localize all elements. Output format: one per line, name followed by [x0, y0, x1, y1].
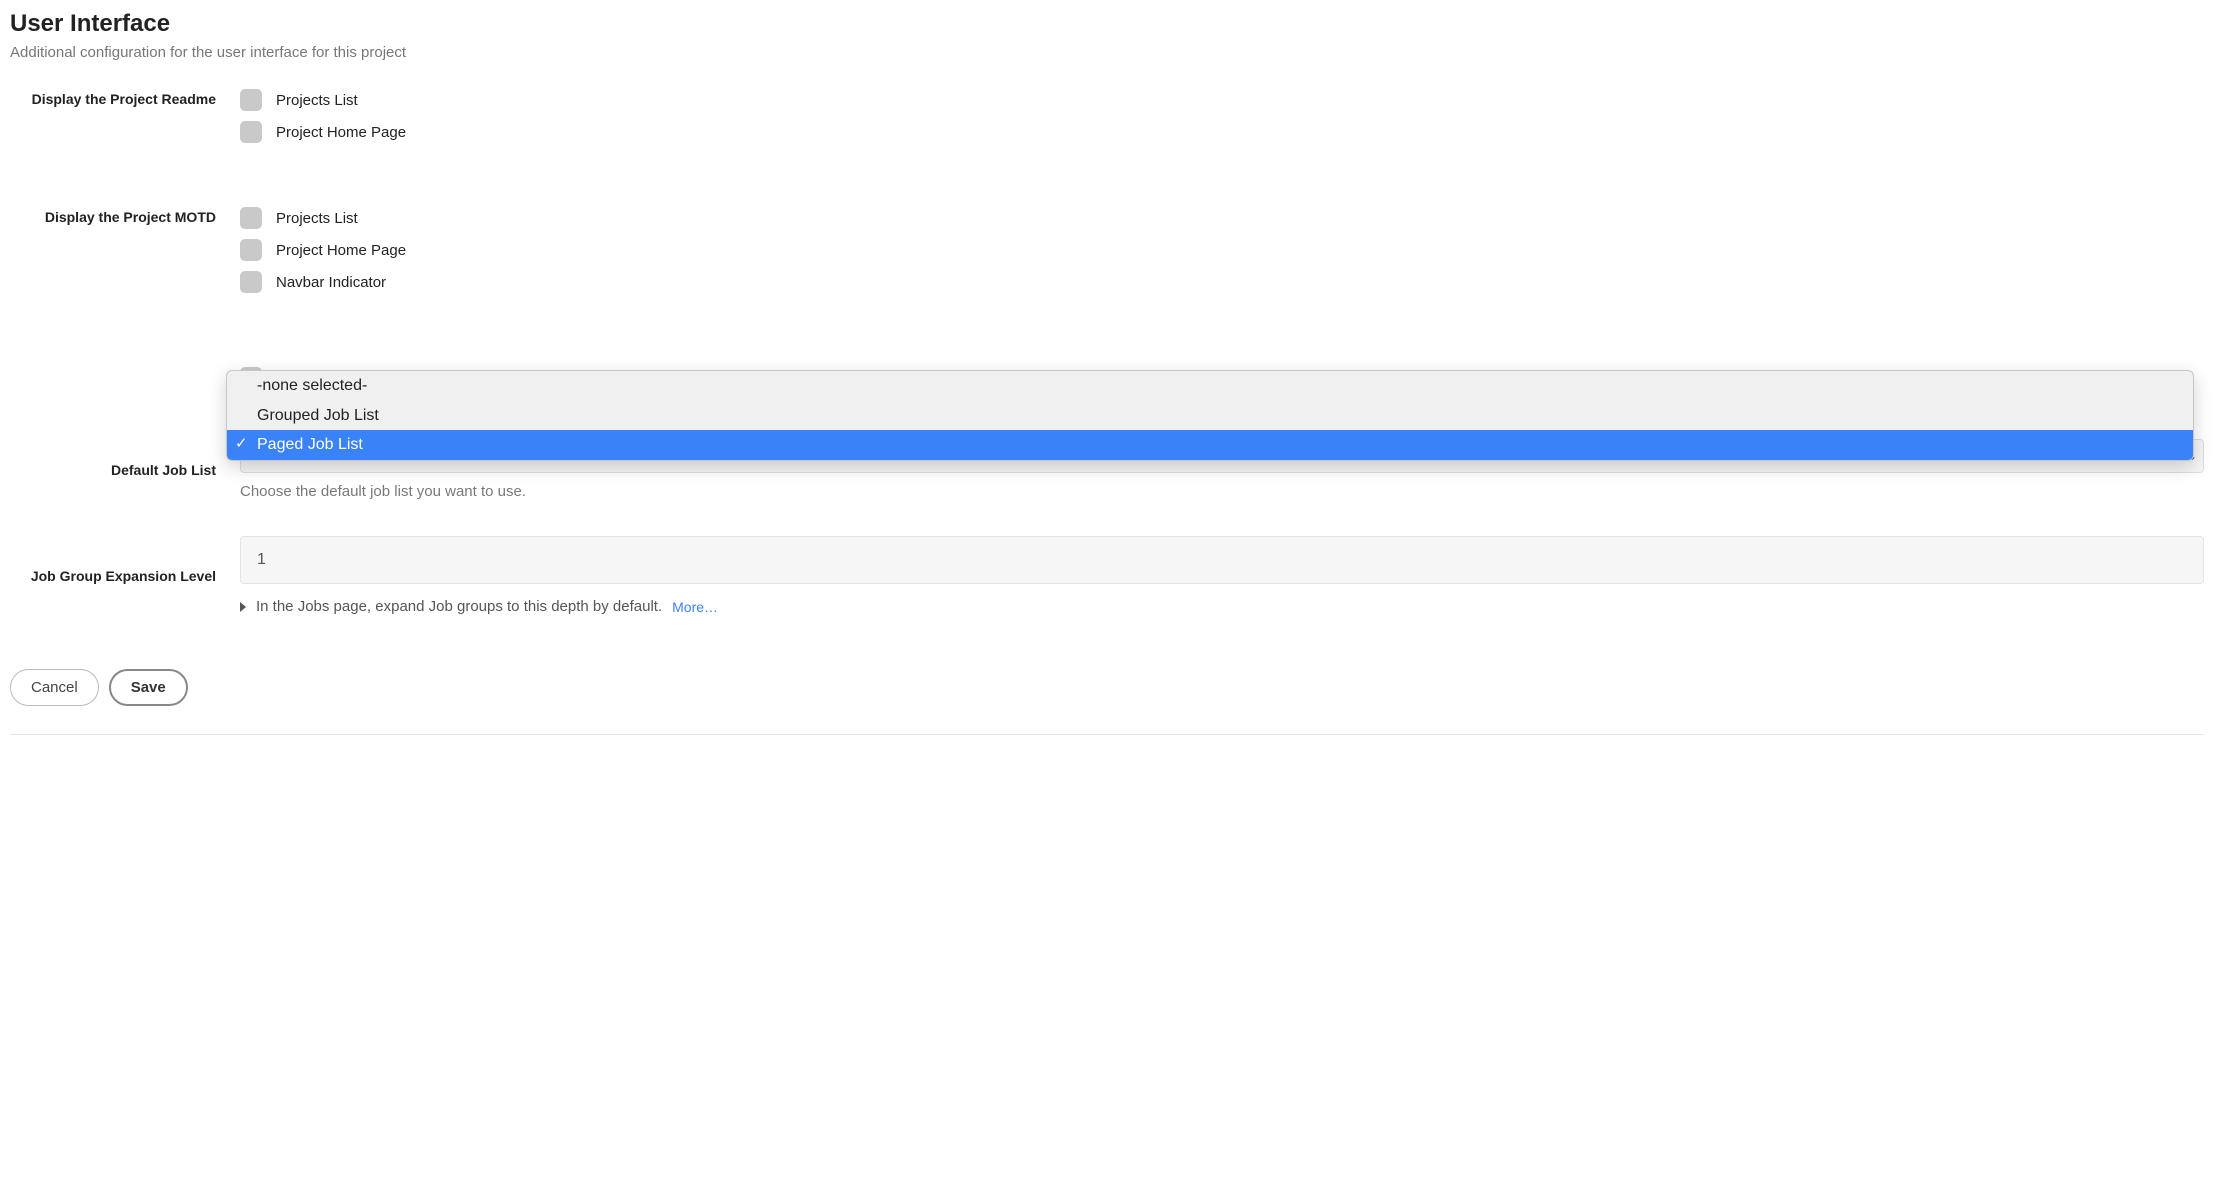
- expansion-level-label: Job Group Expansion Level: [10, 568, 240, 584]
- motd-project-home-label: Project Home Page: [276, 242, 406, 259]
- save-button[interactable]: Save: [109, 669, 188, 706]
- dropdown-option-label: -none selected-: [257, 377, 367, 394]
- motd-project-home-checkbox[interactable]: [240, 239, 262, 261]
- dropdown-option-none[interactable]: -none selected-: [227, 371, 2193, 401]
- dropdown-option-label: Grouped Job List: [257, 407, 379, 424]
- default-job-list-dropdown[interactable]: -none selected- Grouped Job List ✓ Paged…: [226, 370, 2194, 461]
- page-subtitle: Additional configuration for the user in…: [10, 44, 2204, 61]
- check-icon: ✓: [235, 432, 248, 456]
- expansion-more-link[interactable]: More…: [672, 599, 718, 615]
- motd-navbar-checkbox[interactable]: [240, 271, 262, 293]
- readme-projects-list-checkbox[interactable]: [240, 89, 262, 111]
- motd-label: Display the Project MOTD: [10, 207, 240, 225]
- expansion-level-input[interactable]: [240, 536, 2204, 584]
- readme-project-home-checkbox[interactable]: [240, 121, 262, 143]
- dropdown-option-grouped[interactable]: Grouped Job List: [227, 401, 2193, 431]
- expansion-help-text: In the Jobs page, expand Job groups to t…: [256, 598, 662, 615]
- cancel-button[interactable]: Cancel: [10, 669, 99, 706]
- dropdown-option-label: Paged Job List: [257, 436, 363, 453]
- default-job-list-label: Default Job List: [10, 462, 240, 478]
- readme-label: Display the Project Readme: [10, 89, 240, 107]
- readme-project-home-label: Project Home Page: [276, 124, 406, 141]
- motd-projects-list-checkbox[interactable]: [240, 207, 262, 229]
- readme-projects-list-label: Projects List: [276, 92, 358, 109]
- caret-right-icon: [240, 602, 246, 612]
- motd-projects-list-label: Projects List: [276, 210, 358, 227]
- motd-navbar-label: Navbar Indicator: [276, 274, 386, 291]
- divider: [10, 734, 2204, 735]
- default-job-list-help: Choose the default job list you want to …: [240, 483, 2204, 500]
- page-title: User Interface: [10, 10, 2204, 38]
- dropdown-option-paged[interactable]: ✓ Paged Job List: [227, 430, 2193, 460]
